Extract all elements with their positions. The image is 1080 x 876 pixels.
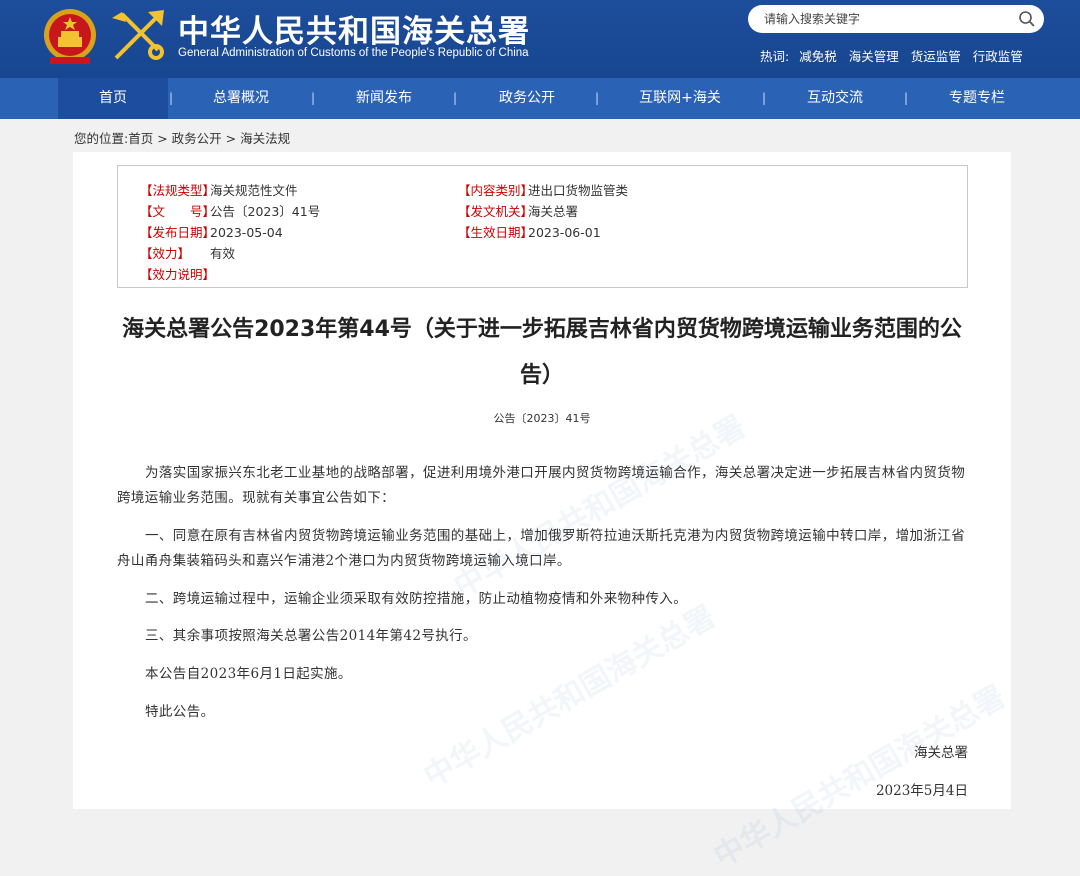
meta-value: 海关总署 xyxy=(528,204,579,219)
nav-separator: | xyxy=(904,91,909,105)
article-paragraph: 一、同意在原有吉林省内贸货物跨境运输业务范围的基础上，增加俄罗斯符拉迪沃斯托克港… xyxy=(117,528,966,569)
meta-value: 有效 xyxy=(210,246,236,261)
nav-separator: | xyxy=(169,91,174,105)
main-nav: 首页 | 总署概况 | 新闻发布 | 政务公开 | 互联网+海关 | 互动交流 … xyxy=(0,78,1080,119)
meta-doc-number: 【文 号】公告〔2023〕41号 xyxy=(140,201,320,220)
breadcrumb-home[interactable]: 首页 xyxy=(128,131,153,146)
nav-item-interaction[interactable]: 互动交流 xyxy=(780,78,890,119)
hot-word-link[interactable]: 减免税 xyxy=(799,49,837,64)
meta-value: 海关规范性文件 xyxy=(210,183,298,198)
nav-separator: | xyxy=(762,91,767,105)
customs-emblem-icon xyxy=(112,10,164,60)
meta-value: 公告〔2023〕41号 xyxy=(210,204,321,219)
article-paragraph: 二、跨境运输过程中，运输企业须采取有效防控措施，防止动植物疫情和外来物种传入。 xyxy=(145,591,688,607)
hot-words: 热词: 减免税 海关管理 货运监管 行政监管 xyxy=(760,46,1031,65)
meta-issuer: 【发文机关】海关总署 xyxy=(458,201,578,220)
nav-separator: | xyxy=(453,91,458,105)
article-paragraph: 为落实国家振兴东北老工业基地的战略部署，促进利用境外港口开展内贸货物跨境运输合作… xyxy=(117,465,966,506)
search-box xyxy=(748,5,1044,33)
meta-label: 【发布日期】 xyxy=(140,225,216,240)
meta-label: 【文 号】 xyxy=(140,204,216,219)
breadcrumb-separator: > xyxy=(221,131,241,146)
breadcrumb-separator: > xyxy=(153,131,172,146)
nav-item-internet-customs[interactable]: 互联网+海关 xyxy=(625,78,735,119)
meta-content-type: 【内容类别】进出口货物监管类 xyxy=(458,180,628,199)
meta-effective-date: 【生效日期】2023-06-01 xyxy=(458,222,601,241)
hot-words-label: 热词: xyxy=(760,49,790,64)
article-title: 海关总署公告2023年第44号（关于进一步拓展吉林省内贸货物跨境运输业务范围的公… xyxy=(122,317,962,388)
search-input[interactable] xyxy=(764,5,1014,33)
nav-item-government-affairs[interactable]: 政务公开 xyxy=(472,78,582,119)
site-header: 中华人民共和国海关总署 General Administration of Cu… xyxy=(0,0,1080,78)
meta-label: 【生效日期】 xyxy=(458,225,534,240)
article-number: 公告〔2023〕41号 xyxy=(493,412,591,425)
meta-validity: 【效力】 有效 xyxy=(140,243,235,262)
nav-separator: | xyxy=(311,91,316,105)
hot-word-link[interactable]: 货运监管 xyxy=(911,49,961,64)
search-icon[interactable] xyxy=(1018,10,1036,28)
breadcrumb-government-affairs[interactable]: 政务公开 xyxy=(172,131,222,146)
meta-value: 2023-06-01 xyxy=(528,225,601,240)
article-paragraph: 特此公告。 xyxy=(145,704,215,720)
document-meta-box: 【法规类型】海关规范性文件 【内容类别】进出口货物监管类 【文 号】公告〔202… xyxy=(117,165,968,288)
breadcrumb: 您的位置:首页 > 政务公开 > 海关法规 xyxy=(74,128,290,147)
meta-label: 【内容类别】 xyxy=(458,183,534,198)
article-content: 中华人民共和国海关总署 中华人民共和国海关总署 中华人民共和国海关总署 【法规类… xyxy=(73,152,1011,875)
meta-law-type: 【法规类型】海关规范性文件 xyxy=(140,180,298,199)
nav-item-news[interactable]: 新闻发布 xyxy=(329,78,439,119)
meta-value: 进出口货物监管类 xyxy=(528,183,629,198)
nav-item-special-topics[interactable]: 专题专栏 xyxy=(922,78,1032,119)
meta-label: 【发文机关】 xyxy=(458,204,534,219)
meta-issue-date: 【发布日期】2023-05-04 xyxy=(140,222,283,241)
article-signature: 海关总署 xyxy=(914,745,968,761)
national-emblem-icon xyxy=(44,9,96,64)
meta-label: 【效力说明】 xyxy=(140,267,216,282)
meta-label: 【效力】 xyxy=(140,246,191,261)
breadcrumb-regulations[interactable]: 海关法规 xyxy=(240,131,290,146)
article-paragraph: 本公告自2023年6月1日起实施。 xyxy=(145,666,352,682)
hot-word-link[interactable]: 行政监管 xyxy=(973,49,1023,64)
article-date: 2023年5月4日 xyxy=(875,783,968,799)
nav-item-overview[interactable]: 总署概况 xyxy=(186,78,296,119)
meta-value: 2023-05-04 xyxy=(210,225,283,240)
article-paragraph: 三、其余事项按照海关总署公告2014年第42号执行。 xyxy=(145,628,477,644)
nav-item-home[interactable]: 首页 xyxy=(58,78,168,119)
breadcrumb-prefix: 您的位置: xyxy=(74,131,129,146)
site-title: 中华人民共和国海关总署 xyxy=(178,14,530,50)
hot-word-link[interactable]: 海关管理 xyxy=(849,49,899,64)
meta-validity-note: 【效力说明】 xyxy=(140,264,216,283)
site-subtitle: General Administration of Customs of the… xyxy=(178,47,529,59)
meta-label: 【法规类型】 xyxy=(140,183,216,198)
nav-separator: | xyxy=(595,91,600,105)
watermark: 中华人民共和国海关总署 xyxy=(418,599,722,795)
